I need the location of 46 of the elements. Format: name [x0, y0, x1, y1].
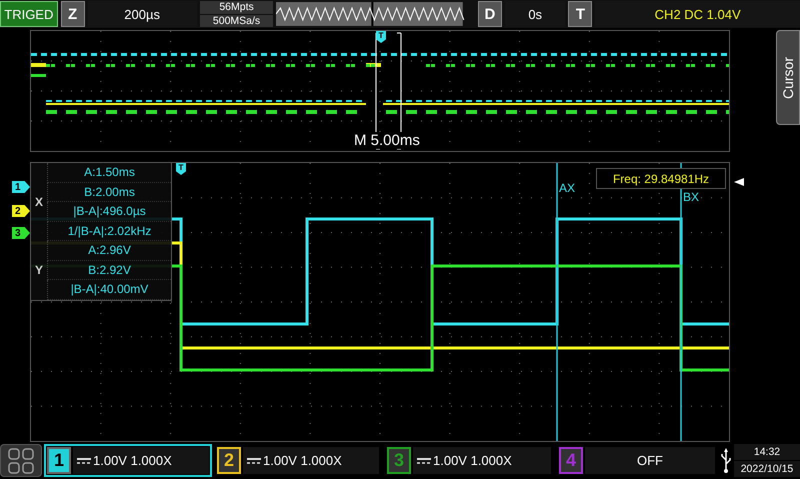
dc-coupling-icon: [77, 456, 91, 464]
trigger-marker: T: [376, 31, 386, 43]
channel-button[interactable]: 1: [47, 447, 71, 474]
trigger-marker: T: [176, 163, 186, 175]
cursor-reading: A:1.50ms: [47, 163, 171, 182]
cursor-reading: B:2.92V: [47, 260, 171, 280]
grid-icon: [7, 446, 35, 474]
clock-date: 2022/10/15: [734, 461, 800, 477]
cursor-reading: |B-A|:40.00mV: [47, 280, 171, 300]
channel-setting[interactable]: 1.00V 1.000X: [413, 447, 551, 474]
frequency-readout: Freq: 29.84981Hz: [596, 168, 726, 189]
clock-time: 14:32: [734, 444, 800, 460]
cursor-tab[interactable]: Cursor: [776, 30, 800, 125]
cursor-reading: |B-A|:496.0µs: [47, 202, 171, 222]
sample-rate: 500MSa/s: [200, 14, 274, 27]
channel-setting-text: OFF: [637, 453, 663, 468]
trigger-status-badge: TRIGED: [0, 1, 58, 27]
cursor-reading: B:2.00ms: [47, 182, 171, 202]
trigger-key[interactable]: T: [568, 1, 592, 27]
memory-depth: 56Mpts: [200, 1, 274, 14]
channel-setting[interactable]: 1.00V 1.000X: [73, 447, 209, 474]
delay-key[interactable]: D: [478, 1, 502, 27]
cursor-reading: 1/|B-A|:2.02kHz: [47, 222, 171, 241]
cursor-reading: A:2.96V: [47, 241, 171, 260]
cursor-label: AX: [559, 181, 576, 195]
channel-marker: 2: [12, 205, 30, 217]
channel-marker: 3: [12, 227, 30, 239]
channel-setting-text: 1.00V 1.000X: [263, 453, 342, 468]
dc-coupling-icon: [247, 456, 261, 464]
menu-button[interactable]: [0, 444, 42, 477]
trigger-info: CH2 DC 1.04V: [595, 1, 800, 27]
channel-setting-text: 1.00V 1.000X: [433, 453, 512, 468]
delay-value: 0s: [504, 1, 566, 27]
axis-label: Y: [34, 262, 44, 280]
channel-button[interactable]: 2: [217, 447, 241, 474]
channel-setting[interactable]: OFF: [585, 447, 715, 474]
zoom-window-label: M 5.00ms: [354, 132, 420, 149]
channel-marker: 1: [12, 181, 30, 193]
axis-label: X: [34, 194, 44, 211]
cursor-label: BX: [683, 190, 700, 204]
timebase-value: 200µs: [88, 1, 197, 27]
zoom-key[interactable]: Z: [60, 1, 84, 27]
channel-button[interactable]: 3: [387, 447, 411, 474]
dc-coupling-icon: [417, 456, 431, 464]
channel-setting[interactable]: 1.00V 1.000X: [243, 447, 379, 474]
channel-setting-text: 1.00V 1.000X: [93, 453, 172, 468]
